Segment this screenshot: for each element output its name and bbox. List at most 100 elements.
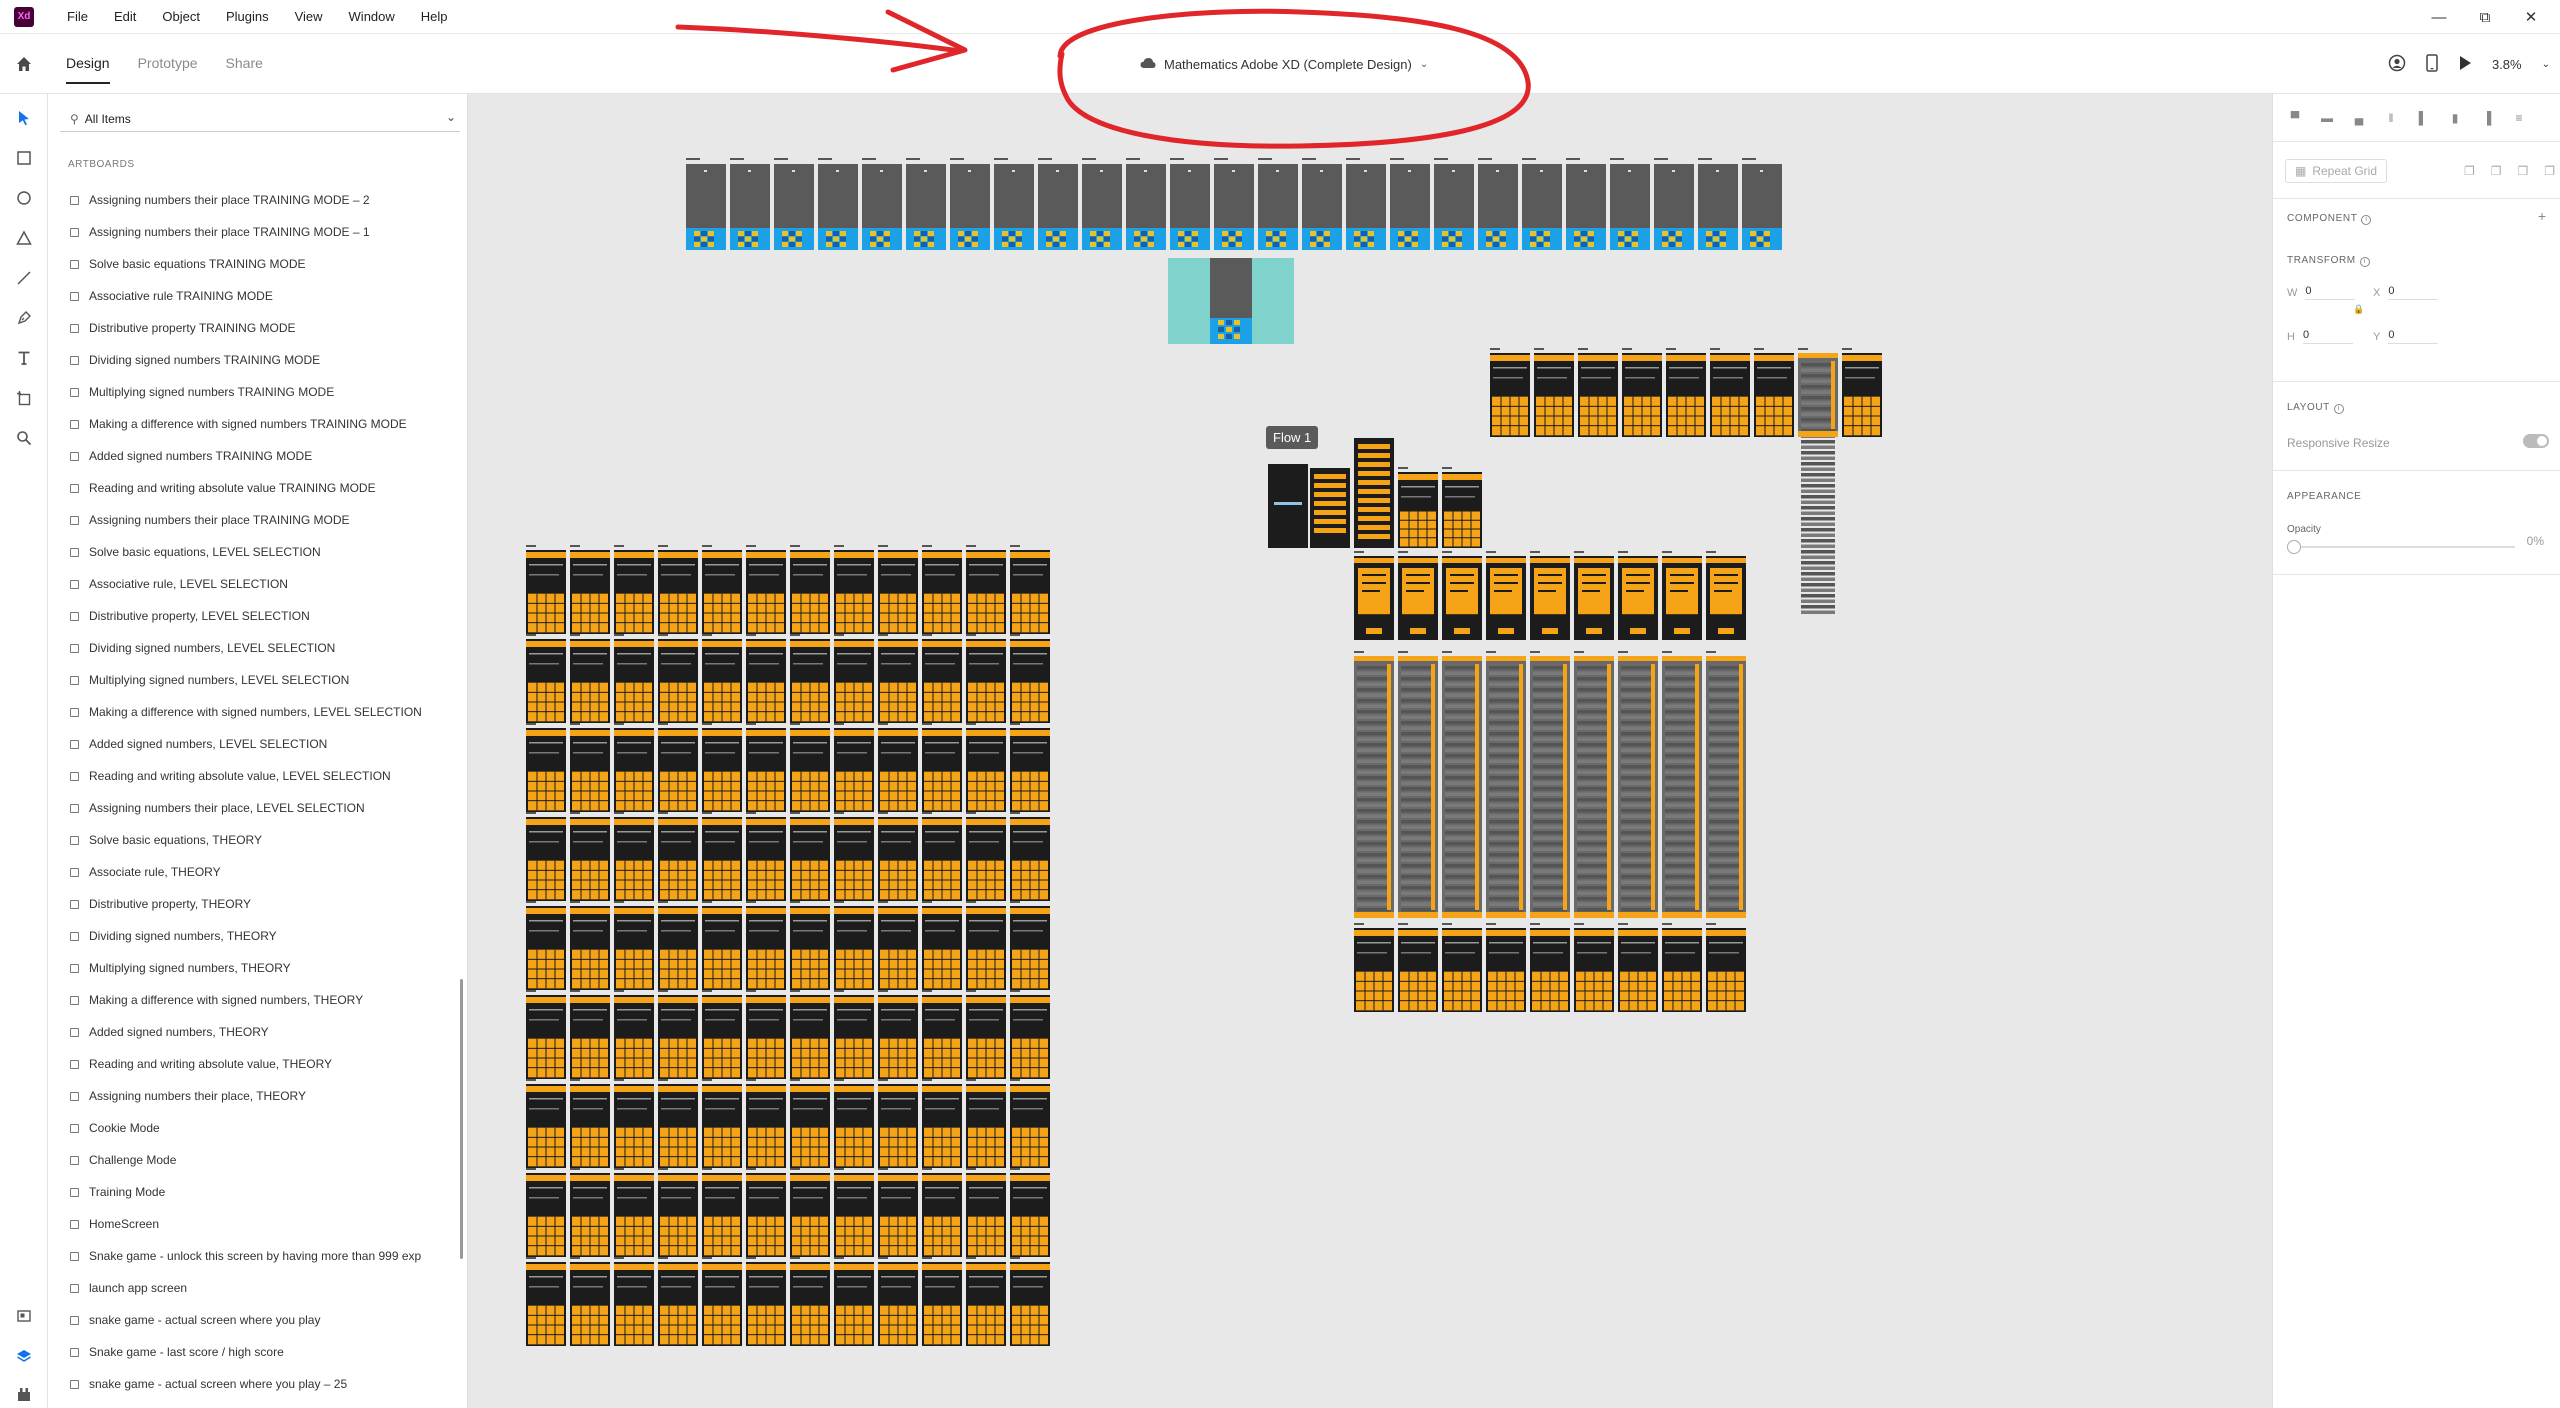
height-field[interactable]: H0 [2287,329,2353,344]
artboard-thumbnail[interactable] [1522,164,1562,228]
layer-item[interactable]: Dividing signed numbers, THEORY [60,920,460,952]
layer-item[interactable]: Distributive property, THEORY [60,888,460,920]
restore-icon[interactable]: ⧉ [2462,0,2508,34]
layer-item[interactable]: Added signed numbers, LEVEL SELECTION [60,728,460,760]
assets-icon[interactable] [12,1304,36,1328]
artboard-thumbnail[interactable] [1698,164,1738,228]
menu-file[interactable]: File [54,0,101,34]
layer-item[interactable]: Associative rule TRAINING MODE [60,280,460,312]
x-value[interactable]: 0 [2388,285,2439,300]
artboard-thumbnail[interactable] [1478,164,1518,228]
artboard-thumbnail[interactable] [818,164,858,228]
artboard-thumbnail[interactable] [994,164,1034,228]
y-value[interactable]: 0 [2388,329,2439,344]
artboard-thumbnail[interactable] [686,164,726,228]
artboard-thumbnail[interactable] [1126,164,1166,228]
artboard-thumbnail[interactable] [1214,164,1254,228]
layer-item[interactable]: Assigning numbers their place TRAINING M… [60,504,460,536]
h-value[interactable]: 0 [2302,329,2353,344]
layer-item[interactable]: launch app screen [60,1272,460,1304]
layer-item[interactable]: Assigning numbers their place TRAINING M… [60,216,460,248]
artboard-thumbnail[interactable] [1654,164,1694,228]
align-right-icon[interactable]: ▐ [2479,110,2495,126]
artboard-thumbnail[interactable] [862,164,902,228]
layer-item[interactable]: snake game - actual screen where you pla… [60,1368,460,1400]
layers-icon[interactable] [12,1344,36,1368]
x-field[interactable]: X0 [2373,285,2439,300]
canvas[interactable]: Flow 1 [468,94,2272,1408]
ellipse-tool-icon[interactable] [12,186,36,210]
menu-edit[interactable]: Edit [101,0,149,34]
artboard-thumbnail[interactable] [1742,164,1782,228]
layer-item[interactable]: Multiplying signed numbers TRAINING MODE [60,376,460,408]
artboard-thumbnail[interactable] [1268,464,1308,548]
distribute-horizontal-icon[interactable]: ‖ [2383,110,2399,126]
artboard-thumbnail[interactable] [1302,164,1342,228]
info-icon[interactable]: i [2361,215,2372,225]
plugins-icon[interactable] [12,1382,36,1406]
opacity-value[interactable]: 0% [2527,534,2544,548]
opacity-slider-handle[interactable] [2287,540,2301,554]
menu-plugins[interactable]: Plugins [213,0,282,34]
select-tool-icon[interactable] [12,106,36,130]
tab-share[interactable]: Share [212,34,277,94]
subtract-shape-icon[interactable]: ❐ [2491,164,2502,178]
artboard-thumbnail[interactable] [1210,258,1252,318]
layer-item[interactable]: Snake game - last score / high score [60,1336,460,1368]
tab-design[interactable]: Design [52,34,124,94]
align-top-icon[interactable]: ▀ [2287,110,2303,126]
layer-item[interactable]: Added signed numbers, THEORY [60,1016,460,1048]
device-preview-icon[interactable] [2426,53,2438,75]
rectangle-tool-icon[interactable] [12,146,36,170]
layer-item[interactable]: Making a difference with signed numbers,… [60,984,460,1016]
layer-item[interactable]: Reading and writing absolute value TRAIN… [60,472,460,504]
layer-item[interactable]: Assigning numbers their place, LEVEL SEL… [60,792,460,824]
menu-view[interactable]: View [282,0,336,34]
artboard-thumbnail[interactable] [1038,164,1078,228]
zoom-chevron-down-icon[interactable]: ⌄ [2542,59,2550,70]
text-tool-icon[interactable] [12,346,36,370]
layer-item[interactable]: Making a difference with signed numbers … [60,408,460,440]
layer-item[interactable]: Associate rule, THEORY [60,856,460,888]
align-bottom-icon[interactable]: ▄ [2351,110,2367,126]
add-component-icon[interactable]: + [2538,208,2546,224]
layer-item[interactable]: HomeScreen [60,1208,460,1240]
layer-item[interactable]: Associative rule, LEVEL SELECTION [60,568,460,600]
artboard-thumbnail[interactable] [950,164,990,228]
artboard-thumbnail[interactable] [1170,164,1210,228]
artboard-thumbnail[interactable] [1346,164,1386,228]
zoom-level[interactable]: 3.8% [2492,57,2522,72]
layer-item[interactable]: Assigning numbers their place TRAINING M… [60,184,460,216]
artboard-thumbnail[interactable] [1258,164,1298,228]
artboard-tool-icon[interactable] [12,386,36,410]
layer-item[interactable]: Challenge Mode [60,1144,460,1176]
layer-item[interactable]: Assigning numbers their place, THEORY [60,1080,460,1112]
align-center-icon[interactable]: ▮ [2447,110,2463,126]
distribute-vertical-icon[interactable]: ≡ [2511,110,2527,126]
width-field[interactable]: W0 [2287,285,2356,300]
menu-window[interactable]: Window [336,0,408,34]
artboards-canvas[interactable] [468,94,2272,1408]
layer-item[interactable]: Multiplying signed numbers, THEORY [60,952,460,984]
opacity-slider-track[interactable] [2295,546,2515,548]
layers-filter-dropdown[interactable]: ⚲ All Items ⌄ [60,106,460,132]
layer-item[interactable]: Dividing signed numbers, LEVEL SELECTION [60,632,460,664]
repeat-grid-button[interactable]: ▦ Repeat Grid [2285,159,2387,183]
user-icon[interactable] [2388,54,2406,75]
layer-item[interactable]: Reading and writing absolute value, THEO… [60,1048,460,1080]
home-icon[interactable] [14,54,34,74]
layer-item[interactable]: Training Mode [60,1176,460,1208]
artboard-thumbnail[interactable] [1252,258,1294,344]
layer-item[interactable]: Distributive property TRAINING MODE [60,312,460,344]
layer-item[interactable]: Dividing signed numbers TRAINING MODE [60,344,460,376]
y-field[interactable]: Y0 [2373,329,2439,344]
align-middle-icon[interactable]: ▬ [2319,110,2335,126]
play-icon[interactable] [2458,55,2472,74]
w-value[interactable]: 0 [2305,285,2356,300]
add-shape-icon[interactable]: ❐ [2464,164,2475,178]
menu-object[interactable]: Object [149,0,213,34]
flow-label[interactable]: Flow 1 [1266,426,1319,449]
artboard-thumbnail[interactable] [1390,164,1430,228]
tab-prototype[interactable]: Prototype [124,34,212,94]
artboard-thumbnail[interactable] [906,164,946,228]
